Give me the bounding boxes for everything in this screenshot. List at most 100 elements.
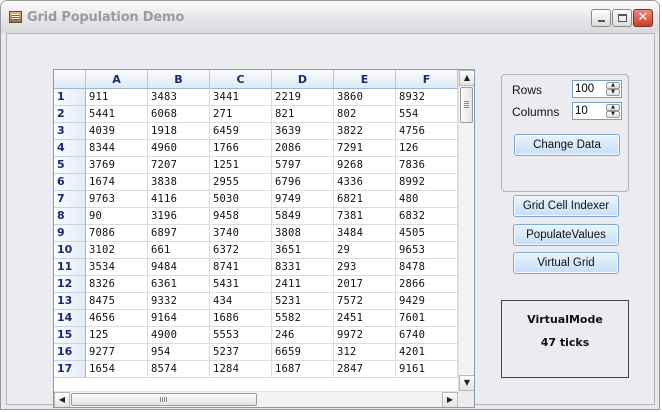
column-header[interactable]: A — [86, 70, 148, 89]
grid-cell[interactable]: 9653 — [396, 242, 458, 259]
grid-cell[interactable]: 7086 — [86, 225, 148, 242]
horizontal-scroll-thumb[interactable] — [71, 393, 257, 406]
grid-cell[interactable]: 9484 — [148, 259, 210, 276]
grid-cell[interactable]: 2017 — [334, 276, 396, 293]
column-header[interactable]: B — [148, 70, 210, 89]
grid-cell[interactable]: 293 — [334, 259, 396, 276]
grid-cell[interactable]: 8344 — [86, 140, 148, 157]
grid-cell[interactable]: 3639 — [272, 123, 334, 140]
grid-cell[interactable]: 911 — [86, 89, 148, 106]
grid-cell[interactable]: 4756 — [396, 123, 458, 140]
vertical-scrollbar[interactable]: ▲ ▼ — [458, 70, 474, 391]
grid-cell[interactable]: 2847 — [334, 361, 396, 378]
row-header[interactable]: 7 — [54, 191, 86, 208]
grid-cell[interactable]: 1251 — [210, 157, 272, 174]
grid-cell[interactable]: 6361 — [148, 276, 210, 293]
grid-cell[interactable]: 6459 — [210, 123, 272, 140]
grid-cell[interactable]: 7601 — [396, 310, 458, 327]
grid-cell[interactable]: 3441 — [210, 89, 272, 106]
virtual-grid-button[interactable]: Virtual Grid — [513, 252, 619, 274]
row-header[interactable]: 2 — [54, 106, 86, 123]
row-header[interactable]: 16 — [54, 344, 86, 361]
grid-cell[interactable]: 8326 — [86, 276, 148, 293]
grid-cell[interactable]: 2955 — [210, 174, 272, 191]
column-header[interactable]: D — [272, 70, 334, 89]
grid-cell[interactable]: 126 — [396, 140, 458, 157]
grid-cell[interactable]: 3769 — [86, 157, 148, 174]
grid-cell[interactable]: 3860 — [334, 89, 396, 106]
grid-cell[interactable]: 7207 — [148, 157, 210, 174]
grid-cell[interactable]: 2451 — [334, 310, 396, 327]
grid-cell[interactable]: 4201 — [396, 344, 458, 361]
grid-cell[interactable]: 8331 — [272, 259, 334, 276]
grid-cell[interactable]: 7836 — [396, 157, 458, 174]
grid-cell[interactable]: 480 — [396, 191, 458, 208]
grid-cell[interactable]: 8741 — [210, 259, 272, 276]
column-header[interactable]: F — [396, 70, 458, 89]
grid-cell[interactable]: 661 — [148, 242, 210, 259]
row-header[interactable]: 15 — [54, 327, 86, 344]
row-header[interactable]: 6 — [54, 174, 86, 191]
grid-cell[interactable]: 9164 — [148, 310, 210, 327]
grid-cell[interactable]: 9277 — [86, 344, 148, 361]
grid-cell-indexer-button[interactable]: Grid Cell Indexer — [513, 195, 619, 217]
grid-cell[interactable]: 9972 — [334, 327, 396, 344]
grid-cell[interactable]: 6897 — [148, 225, 210, 242]
grid-cell[interactable]: 3483 — [148, 89, 210, 106]
grid-cell[interactable]: 9268 — [334, 157, 396, 174]
grid-cell[interactable]: 5797 — [272, 157, 334, 174]
row-header[interactable]: 4 — [54, 140, 86, 157]
scroll-down-button[interactable]: ▼ — [459, 375, 474, 391]
grid-cell[interactable]: 2219 — [272, 89, 334, 106]
scroll-right-button[interactable]: ▶ — [442, 392, 458, 407]
grid-cell[interactable]: 125 — [86, 327, 148, 344]
row-header[interactable]: 11 — [54, 259, 86, 276]
grid-cell[interactable]: 7572 — [334, 293, 396, 310]
grid-cell[interactable]: 6832 — [396, 208, 458, 225]
scroll-left-button[interactable]: ◀ — [54, 392, 70, 407]
grid-cell[interactable]: 6740 — [396, 327, 458, 344]
grid-cell[interactable]: 8475 — [86, 293, 148, 310]
grid-cell[interactable]: 271 — [210, 106, 272, 123]
grid-cell[interactable]: 9332 — [148, 293, 210, 310]
grid-cell[interactable]: 5431 — [210, 276, 272, 293]
grid-cell[interactable]: 954 — [148, 344, 210, 361]
grid-cell[interactable]: 6068 — [148, 106, 210, 123]
grid-cell[interactable]: 246 — [272, 327, 334, 344]
grid-cell[interactable]: 5030 — [210, 191, 272, 208]
grid-cell[interactable]: 4116 — [148, 191, 210, 208]
columns-input[interactable] — [575, 104, 605, 118]
grid-cell[interactable]: 3808 — [272, 225, 334, 242]
grid-cell[interactable]: 5553 — [210, 327, 272, 344]
row-header[interactable]: 3 — [54, 123, 86, 140]
grid-cell[interactable]: 5231 — [272, 293, 334, 310]
row-header[interactable]: 1 — [54, 89, 86, 106]
grid-cell[interactable]: 7381 — [334, 208, 396, 225]
grid-cell[interactable]: 3740 — [210, 225, 272, 242]
grid-corner-header[interactable] — [54, 70, 86, 89]
grid-cell[interactable]: 4960 — [148, 140, 210, 157]
row-header[interactable]: 13 — [54, 293, 86, 310]
grid-cell[interactable]: 5441 — [86, 106, 148, 123]
row-header[interactable]: 17 — [54, 361, 86, 378]
grid-cell[interactable]: 90 — [86, 208, 148, 225]
grid-cell[interactable]: 2411 — [272, 276, 334, 293]
grid-cell[interactable]: 3822 — [334, 123, 396, 140]
row-header[interactable]: 5 — [54, 157, 86, 174]
columns-spin-up-icon[interactable]: ▲ — [606, 104, 620, 111]
grid-cell[interactable]: 5582 — [272, 310, 334, 327]
populate-values-button[interactable]: PopulateValues — [513, 224, 619, 246]
grid-cell[interactable]: 29 — [334, 242, 396, 259]
grid-cell[interactable]: 1686 — [210, 310, 272, 327]
grid-cell[interactable]: 9749 — [272, 191, 334, 208]
grid-cell[interactable]: 9458 — [210, 208, 272, 225]
grid-cell[interactable]: 3534 — [86, 259, 148, 276]
rows-spin-up-icon[interactable]: ▲ — [606, 82, 620, 89]
grid-cell[interactable]: 4039 — [86, 123, 148, 140]
grid-cell[interactable]: 312 — [334, 344, 396, 361]
grid-cell[interactable]: 1766 — [210, 140, 272, 157]
grid-cell[interactable]: 9763 — [86, 191, 148, 208]
rows-spin-down-icon[interactable]: ▼ — [606, 89, 620, 96]
rows-spinner[interactable]: ▲ ▼ — [572, 80, 622, 98]
data-grid[interactable]: ▲ ▼ ◀ ▶ A B C D E F 1 911 3483 3441 2219 3860 8932 2 5… — [53, 69, 475, 408]
